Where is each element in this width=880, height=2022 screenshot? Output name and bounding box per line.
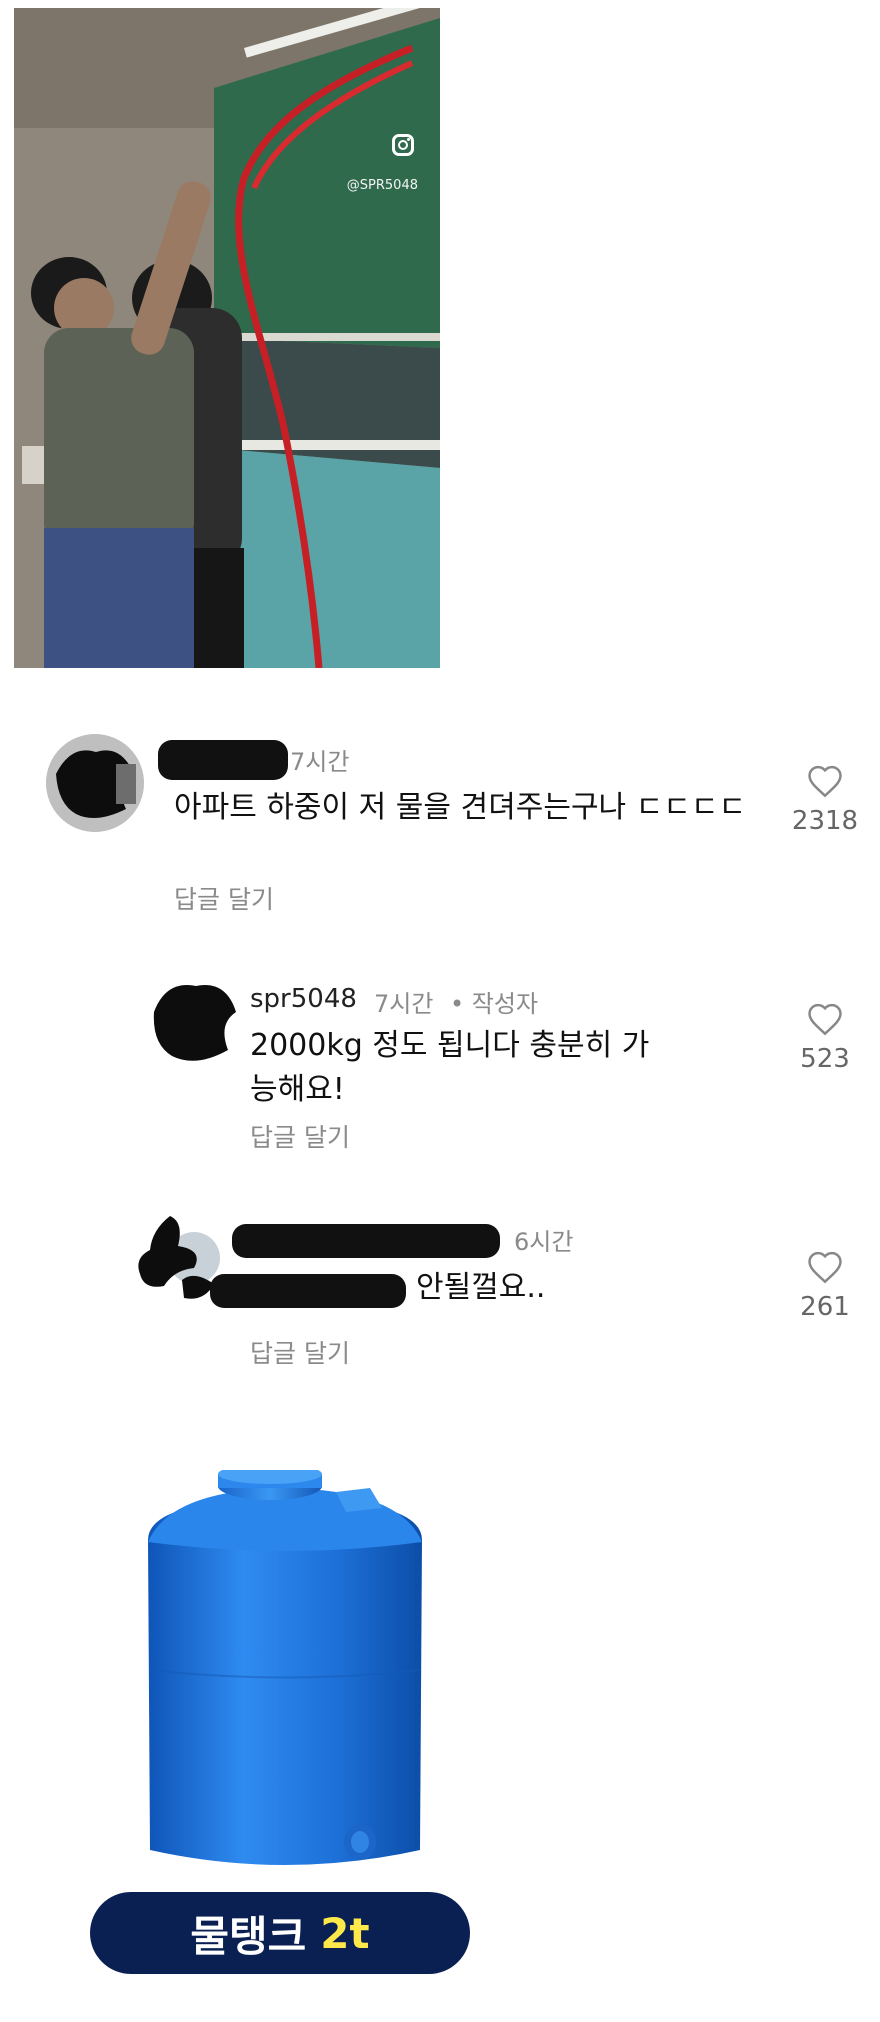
heart-icon bbox=[808, 765, 842, 798]
comment-time: 6시간 bbox=[514, 1228, 574, 1256]
water-tank-illustration bbox=[148, 1464, 422, 1865]
like-count: 261 bbox=[800, 1292, 850, 1322]
tank-label-badge: 물탱크 2t bbox=[90, 1892, 470, 1974]
comment-item: 7시간 아파트 하중이 저 물을 견뎌주는구나 ㄷㄷㄷㄷ 답글 달기 2318 bbox=[0, 730, 880, 920]
heart-icon bbox=[808, 1251, 842, 1284]
avatar-redaction bbox=[46, 734, 144, 832]
reply-button[interactable]: 답글 달기 bbox=[250, 1118, 350, 1154]
instagram-watermark: @SPR5048 bbox=[346, 178, 418, 193]
reply-button[interactable]: 답글 달기 bbox=[250, 1334, 350, 1370]
like-count: 523 bbox=[800, 1044, 850, 1074]
like-button[interactable]: 261 bbox=[790, 1250, 860, 1322]
tank-capacity-text: 2t bbox=[320, 1908, 370, 1958]
reply-item: 6시간 안될껄요.. 답글 달기 261 bbox=[0, 1210, 880, 1390]
reply-button[interactable]: 답글 달기 bbox=[174, 880, 274, 916]
username-redaction bbox=[232, 1224, 500, 1258]
comment-text: 안될껄요.. bbox=[416, 1270, 546, 1305]
heart-icon bbox=[808, 1003, 842, 1036]
mention-redaction bbox=[210, 1274, 406, 1308]
reply-item: spr5048 7시간 • 작성자 2000kg 정도 됩니다 충분히 가능해요… bbox=[0, 972, 880, 1162]
comment-text: 2000kg 정도 됩니다 충분히 가능해요! bbox=[250, 1028, 650, 1107]
avatar-redaction bbox=[153, 985, 236, 1061]
like-button[interactable]: 2318 bbox=[790, 764, 860, 836]
avatar[interactable] bbox=[146, 972, 242, 1068]
aquarium-scene-image bbox=[14, 8, 440, 668]
username-redaction bbox=[158, 740, 288, 780]
comment-time: 7시간 bbox=[290, 748, 350, 776]
water-tank-image bbox=[140, 1464, 430, 1890]
avatar[interactable] bbox=[46, 734, 144, 832]
author-badge: • 작성자 bbox=[450, 990, 539, 1018]
like-button[interactable]: 523 bbox=[790, 1002, 860, 1074]
tank-label-text: 물탱크 bbox=[190, 1911, 307, 1961]
comment-text: 아파트 하중이 저 물을 견뎌주는구나 ㄷㄷㄷㄷ bbox=[174, 790, 747, 825]
instagram-icon bbox=[392, 134, 414, 156]
comment-username[interactable]: spr5048 bbox=[250, 984, 357, 1014]
like-count: 2318 bbox=[791, 806, 859, 836]
author-badge-label: 작성자 bbox=[471, 990, 539, 1018]
comment-time: 7시간 bbox=[374, 990, 434, 1018]
post-photo: @SPR5048 bbox=[14, 8, 440, 668]
